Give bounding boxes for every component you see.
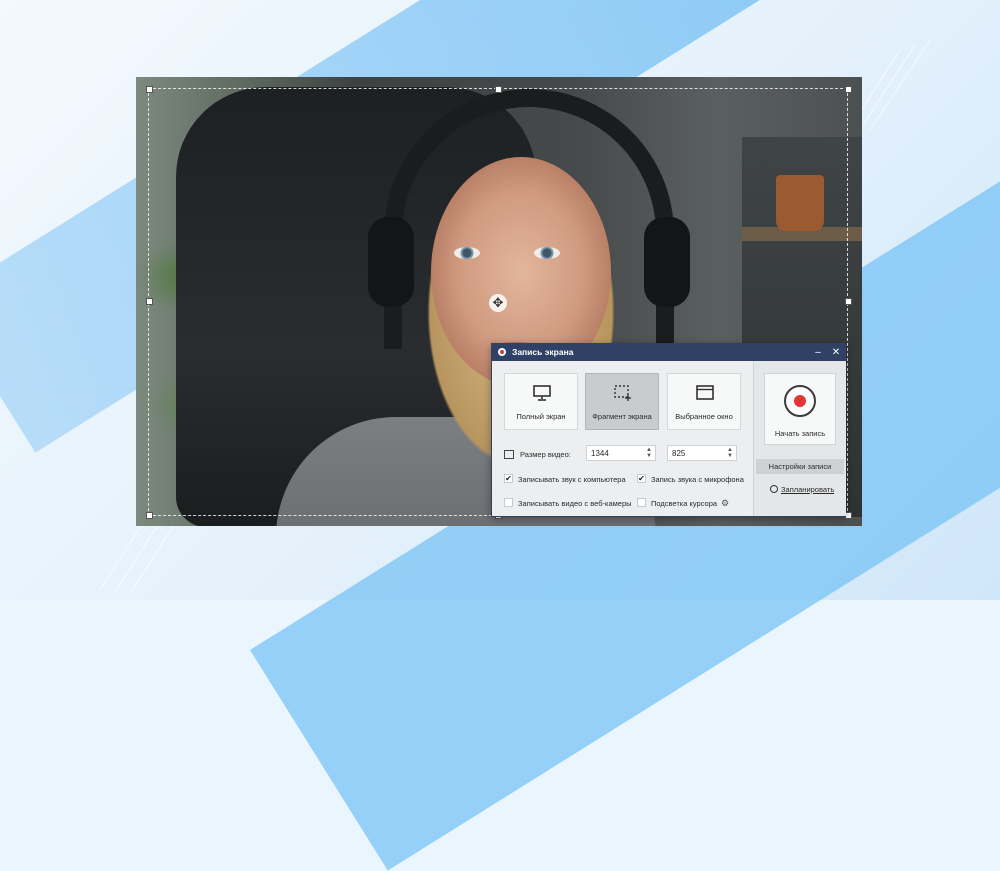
schedule-label: Запланировать [781, 485, 835, 494]
video-height-stepper[interactable]: 825 ▲ ▼ [667, 445, 737, 461]
region-select-icon [614, 385, 631, 401]
monitor-icon [533, 385, 551, 401]
mode-full-screen-button[interactable]: Полный экран [504, 373, 578, 430]
close-button[interactable]: ✕ [828, 345, 844, 360]
schedule-link[interactable]: Запланировать [770, 485, 834, 494]
cursor-highlight-label: Подсветка курсора [651, 499, 718, 508]
stepper-arrows-icon[interactable]: ▲ ▼ [646, 447, 652, 459]
recording-settings-button[interactable]: Настройки записи [756, 459, 844, 474]
stepper-arrows-icon[interactable]: ▲ ▼ [727, 447, 733, 459]
cursor-highlight-checkbox[interactable] [637, 498, 646, 507]
mic-audio-checkbox[interactable]: ✔ [637, 474, 646, 483]
clock-icon [770, 485, 778, 493]
resize-handle-top-left[interactable] [146, 86, 153, 93]
resize-handle-bottom-right[interactable] [845, 512, 852, 519]
webcam-checkbox[interactable] [504, 498, 513, 507]
computer-audio-checkbox[interactable]: ✔ [504, 474, 513, 483]
video-width-stepper[interactable]: 1344 ▲ ▼ [586, 445, 656, 461]
video-width-value: 1344 [591, 449, 609, 458]
mode-label: Выбранное окно [675, 412, 733, 421]
resize-handle-top[interactable] [495, 86, 502, 93]
mode-window-button[interactable]: Выбранное окно [667, 373, 741, 430]
minimize-button[interactable]: – [810, 345, 826, 360]
mode-label: Полный экран [516, 412, 566, 421]
record-icon [784, 385, 816, 417]
window-icon [696, 385, 714, 400]
start-recording-button[interactable]: Начать запись [764, 373, 836, 445]
record-dot [794, 395, 806, 407]
webcam-label: Записывать видео с веб-камеры [518, 499, 632, 508]
window-title: Запись экрана [512, 347, 574, 357]
record-panel: Начать запись Настройки записи Запланиро… [753, 361, 846, 516]
video-height-value: 825 [672, 449, 686, 458]
resize-handle-bottom-left[interactable] [146, 512, 153, 519]
resize-handle-left[interactable] [146, 298, 153, 305]
mode-label: Фрагмент экрана [592, 412, 652, 421]
video-size-label: Размер видео: [520, 450, 571, 459]
mode-region-button[interactable]: Фрагмент экрана [585, 373, 659, 430]
resize-handle-right[interactable] [845, 298, 852, 305]
gear-icon[interactable]: ⚙ [721, 498, 729, 509]
move-cursor-icon[interactable]: ✥ [489, 294, 507, 312]
screen-recorder-window: Запись экрана – ✕ Полный экран Фрагмент … [491, 343, 846, 517]
title-bar[interactable]: Запись экрана – ✕ [492, 344, 845, 361]
computer-audio-label: Записывать звук с компьютера [518, 475, 626, 484]
resize-handle-top-right[interactable] [845, 86, 852, 93]
mic-audio-label: Запись звука с микрофона [651, 475, 744, 484]
record-app-icon [498, 348, 506, 356]
video-size-icon [504, 450, 514, 459]
start-recording-label: Начать запись [774, 429, 826, 438]
